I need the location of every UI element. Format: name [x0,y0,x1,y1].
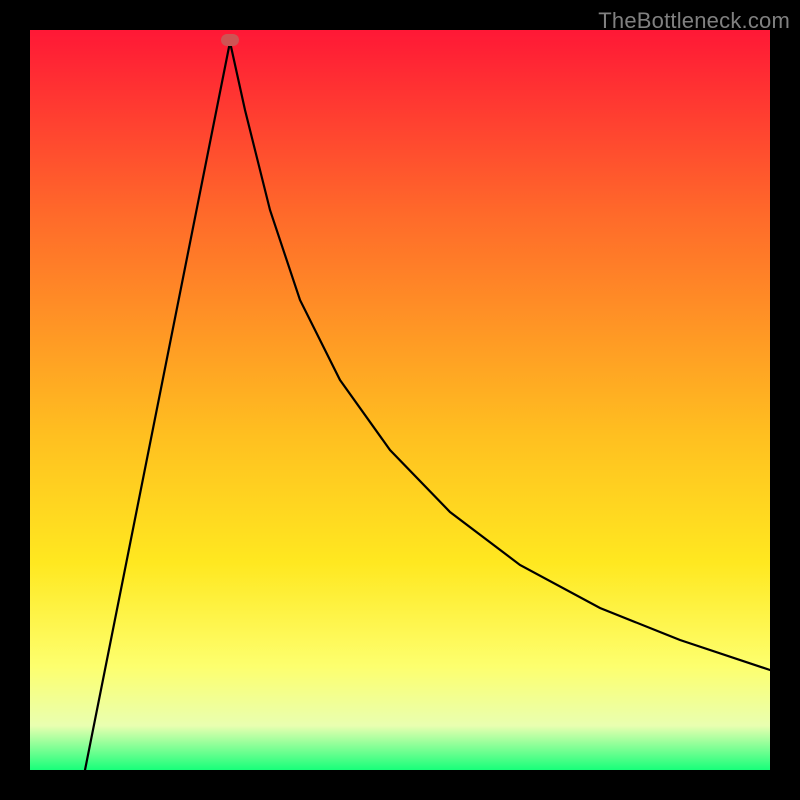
watermark-text: TheBottleneck.com [598,8,790,34]
plot-area [30,30,770,770]
chart-svg [30,30,770,770]
gradient-background [30,30,770,770]
minimum-marker [221,34,239,46]
